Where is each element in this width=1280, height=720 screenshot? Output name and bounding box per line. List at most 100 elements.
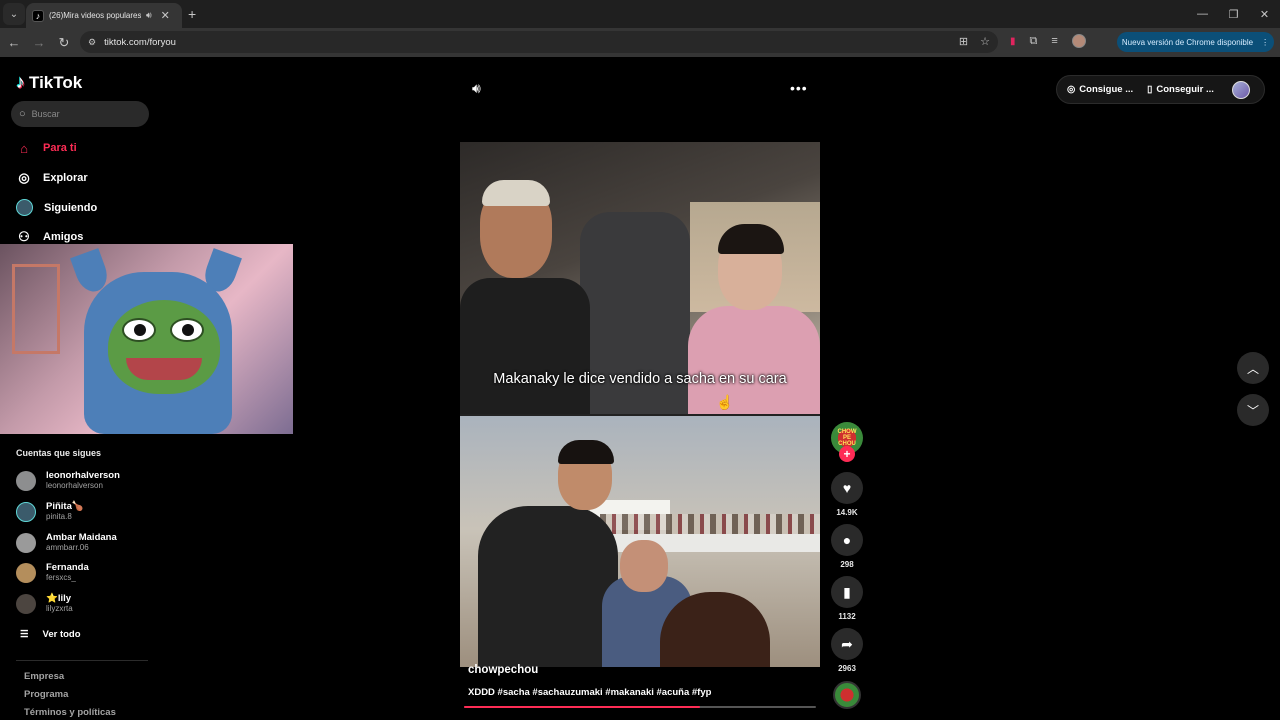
- footer-link-terminos[interactable]: Términos y políticas: [24, 707, 116, 718]
- back-button[interactable]: ←: [3, 32, 25, 54]
- search-box[interactable]: ○: [11, 101, 149, 127]
- nav-label: Amigos: [43, 231, 84, 243]
- search-icon: ○: [19, 108, 26, 120]
- pip-video-overlay[interactable]: [0, 244, 293, 434]
- kebab-menu-icon: ⋮: [1261, 37, 1270, 47]
- more-options-icon[interactable]: •••: [790, 80, 808, 96]
- video-progress-bar[interactable]: [464, 706, 816, 708]
- next-video-button[interactable]: ﹀: [1237, 394, 1269, 426]
- footer-link-programa[interactable]: Programa: [24, 689, 68, 700]
- following-section-title: Cuentas que sigues: [16, 448, 102, 458]
- older-man-head: [620, 540, 668, 592]
- following-account[interactable]: Piñita🍗 pinita.8: [16, 501, 84, 522]
- media-controls-icon[interactable]: ≡: [1051, 35, 1057, 47]
- video-author[interactable]: chowpechou: [468, 664, 538, 676]
- restore-button[interactable]: ❐: [1218, 0, 1249, 28]
- phone-icon: ▯: [1147, 84, 1153, 95]
- search-input[interactable]: [31, 109, 132, 119]
- new-tab-button[interactable]: +: [188, 6, 196, 22]
- address-bar[interactable]: ⚙ tiktok.com/foryou ⊞ ☆: [80, 31, 998, 53]
- share-icon: ➦: [831, 628, 863, 660]
- following-account[interactable]: Ambar Maidana ammbarr.06: [16, 532, 117, 553]
- see-all-button[interactable]: ☰ Ver todo: [20, 629, 81, 640]
- site-info-icon[interactable]: ⚙: [88, 37, 96, 48]
- minimize-button[interactable]: —: [1187, 0, 1218, 28]
- video-bottom-frame: [460, 416, 820, 667]
- heart-icon: ♥: [831, 472, 863, 504]
- like-count: 14.9K: [836, 508, 858, 517]
- account-handle: fersxcs_: [46, 573, 76, 582]
- music-disc-icon[interactable]: [833, 681, 861, 709]
- tiktok-favicon-icon: ♪: [32, 9, 44, 22]
- nav-item-amigos[interactable]: ⚇ Amigos: [16, 229, 83, 245]
- logo-text: TikTok: [29, 72, 83, 92]
- follow-plus-icon[interactable]: +: [839, 446, 855, 462]
- avatar: [16, 562, 36, 583]
- get-coins-button[interactable]: ◎ Consigue ...: [1067, 84, 1133, 95]
- nav-label: Siguiendo: [44, 201, 98, 214]
- save-button[interactable]: ▮ 1132: [831, 576, 863, 621]
- pepe-eye-right: [170, 318, 204, 342]
- share-button[interactable]: ➦ 2963: [831, 628, 863, 673]
- previous-video-button[interactable]: ︿: [1237, 352, 1269, 384]
- comment-icon: ●: [831, 524, 863, 556]
- nav-label: Explorar: [43, 172, 88, 184]
- following-account[interactable]: ⭐lily lilyzxrta: [16, 593, 73, 614]
- following-account[interactable]: leonorhalverson leonorhalverson: [16, 470, 120, 491]
- like-button[interactable]: ♥ 14.9K: [831, 472, 863, 517]
- nav-item-explorar[interactable]: ◎ Explorar: [16, 170, 88, 186]
- get-app-button[interactable]: ▯ Conseguir ...: [1147, 84, 1214, 95]
- nav-item-para-ti[interactable]: ⌂ Para ti: [16, 140, 77, 156]
- translate-icon[interactable]: ⊞: [959, 35, 968, 48]
- tab-search-button[interactable]: ⌄: [3, 3, 25, 25]
- reload-button[interactable]: ↻: [53, 32, 75, 54]
- account-name: Fernanda: [46, 562, 89, 573]
- comment-count: 298: [840, 560, 854, 569]
- nav-label: Para ti: [43, 142, 77, 154]
- avatar-icon: [16, 199, 33, 216]
- bookmark-star-icon[interactable]: ☆: [980, 35, 990, 48]
- coins-label: Consigue ...: [1079, 84, 1134, 95]
- close-window-button[interactable]: ✕: [1249, 0, 1280, 28]
- friends-icon: ⚇: [18, 229, 30, 244]
- pepe-mouth: [126, 358, 202, 380]
- extension-icon[interactable]: ▮: [1010, 36, 1016, 47]
- update-label: Nueva versión de Chrome disponible: [1121, 37, 1254, 47]
- person-hoodie-body: [478, 506, 618, 667]
- account-handle: leonorhalverson: [46, 481, 103, 490]
- person-right-body: [688, 306, 820, 414]
- avatar: [16, 470, 36, 491]
- url-text[interactable]: tiktok.com/foryou: [104, 37, 176, 48]
- forward-button[interactable]: →: [28, 32, 50, 54]
- user-avatar[interactable]: [1231, 80, 1250, 99]
- creator-badge-text: CHOW PE CHOU: [837, 429, 857, 447]
- chevron-up-icon: ︿: [1246, 361, 1259, 376]
- speaker-icon[interactable]: 🔊︎: [146, 10, 152, 21]
- following-account[interactable]: Fernanda fersxcs_: [16, 562, 89, 583]
- close-tab-icon[interactable]: ✕: [161, 9, 170, 22]
- bookmark-icon: ▮: [831, 576, 863, 608]
- profile-avatar[interactable]: [1071, 34, 1086, 48]
- account-name: Piñita🍗: [46, 501, 84, 512]
- chrome-update-button[interactable]: Nueva versión de Chrome disponible ⋮: [1117, 32, 1274, 52]
- extensions-puzzle-icon[interactable]: ⧉: [1030, 35, 1038, 48]
- comment-button[interactable]: ● 298: [831, 524, 863, 569]
- chevron-down-icon: ﹀: [1246, 403, 1259, 418]
- pepe-eye-left: [122, 318, 156, 342]
- tiktok-logo[interactable]: ♪ TikTok: [16, 72, 82, 93]
- account-name: Ambar Maidana: [46, 532, 117, 543]
- coin-icon: ◎: [1067, 84, 1076, 95]
- pepe-face: [108, 300, 220, 394]
- avatar: [16, 501, 36, 522]
- footer-link-empresa[interactable]: Empresa: [24, 671, 64, 682]
- video-caption: Makanaky le dice vendido a sacha en su c…: [493, 371, 787, 387]
- list-icon: ☰: [20, 629, 29, 640]
- nav-item-siguiendo[interactable]: Siguiendo: [16, 199, 97, 216]
- browser-tab[interactable]: ♪ (26)Mira videos populares s 🔊︎ ✕: [26, 3, 182, 28]
- person-left-body: [460, 278, 590, 414]
- tiktok-note-icon: ♪: [16, 72, 25, 92]
- person-left-hair: [482, 180, 550, 206]
- volume-icon[interactable]: 🔊︎: [472, 80, 481, 97]
- video-player[interactable]: Makanaky le dice vendido a sacha en su c…: [460, 142, 820, 667]
- compass-icon: ◎: [18, 170, 30, 185]
